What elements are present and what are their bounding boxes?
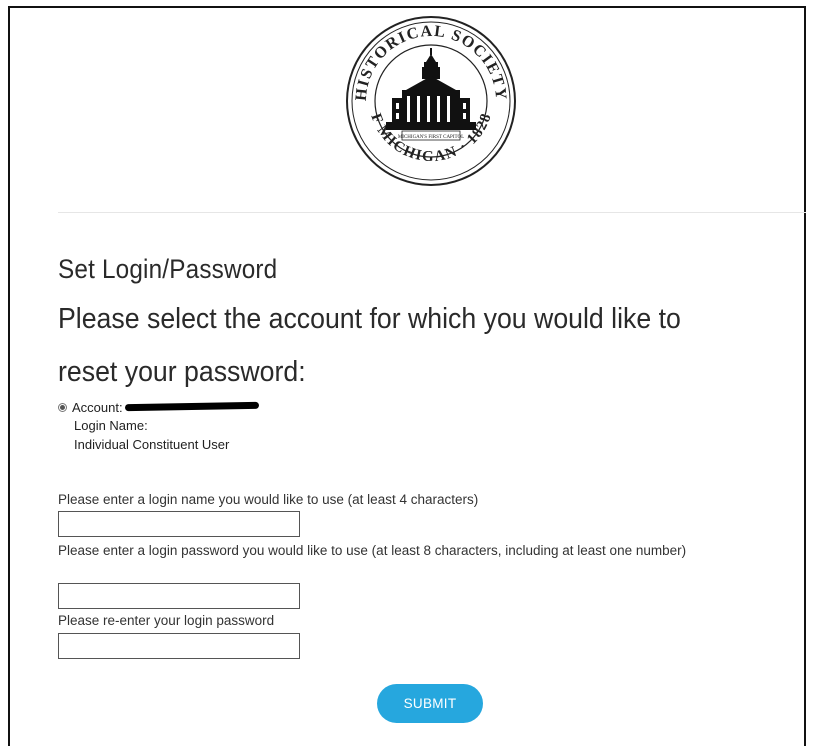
- redacted-account-name: [124, 401, 259, 411]
- login-name-label: Login Name:: [74, 418, 148, 433]
- login-name-field-label: Please enter a login name you would like…: [58, 492, 479, 507]
- page-title: Set Login/Password: [58, 254, 278, 284]
- account-user-type: Individual Constituent User: [74, 437, 230, 452]
- confirm-password-input[interactable]: [58, 633, 300, 659]
- account-label: Account:: [72, 399, 123, 415]
- instruction-heading-line-1: Please select the account for which you …: [58, 303, 681, 335]
- historical-society-seal-logo: HISTORICAL SOCIETY OF MICHIGAN · 1828 ·: [333, 0, 522, 192]
- confirm-password-field-label: Please re-enter your login password: [58, 613, 275, 628]
- instruction-heading-line-2: reset your password:: [58, 356, 306, 388]
- submit-button[interactable]: SUBMIT: [377, 684, 483, 723]
- svg-text:MICHIGAN'S FIRST CAPITOL: MICHIGAN'S FIRST CAPITOL: [398, 135, 464, 140]
- account-option[interactable]: Account: Login Name: Individual Constitu…: [58, 398, 259, 454]
- login-name-input[interactable]: [58, 511, 300, 537]
- password-field-label: Please enter a login password you would …: [58, 543, 687, 558]
- password-input[interactable]: [58, 583, 300, 609]
- header-divider: [58, 212, 806, 213]
- account-radio-button[interactable]: [58, 402, 67, 412]
